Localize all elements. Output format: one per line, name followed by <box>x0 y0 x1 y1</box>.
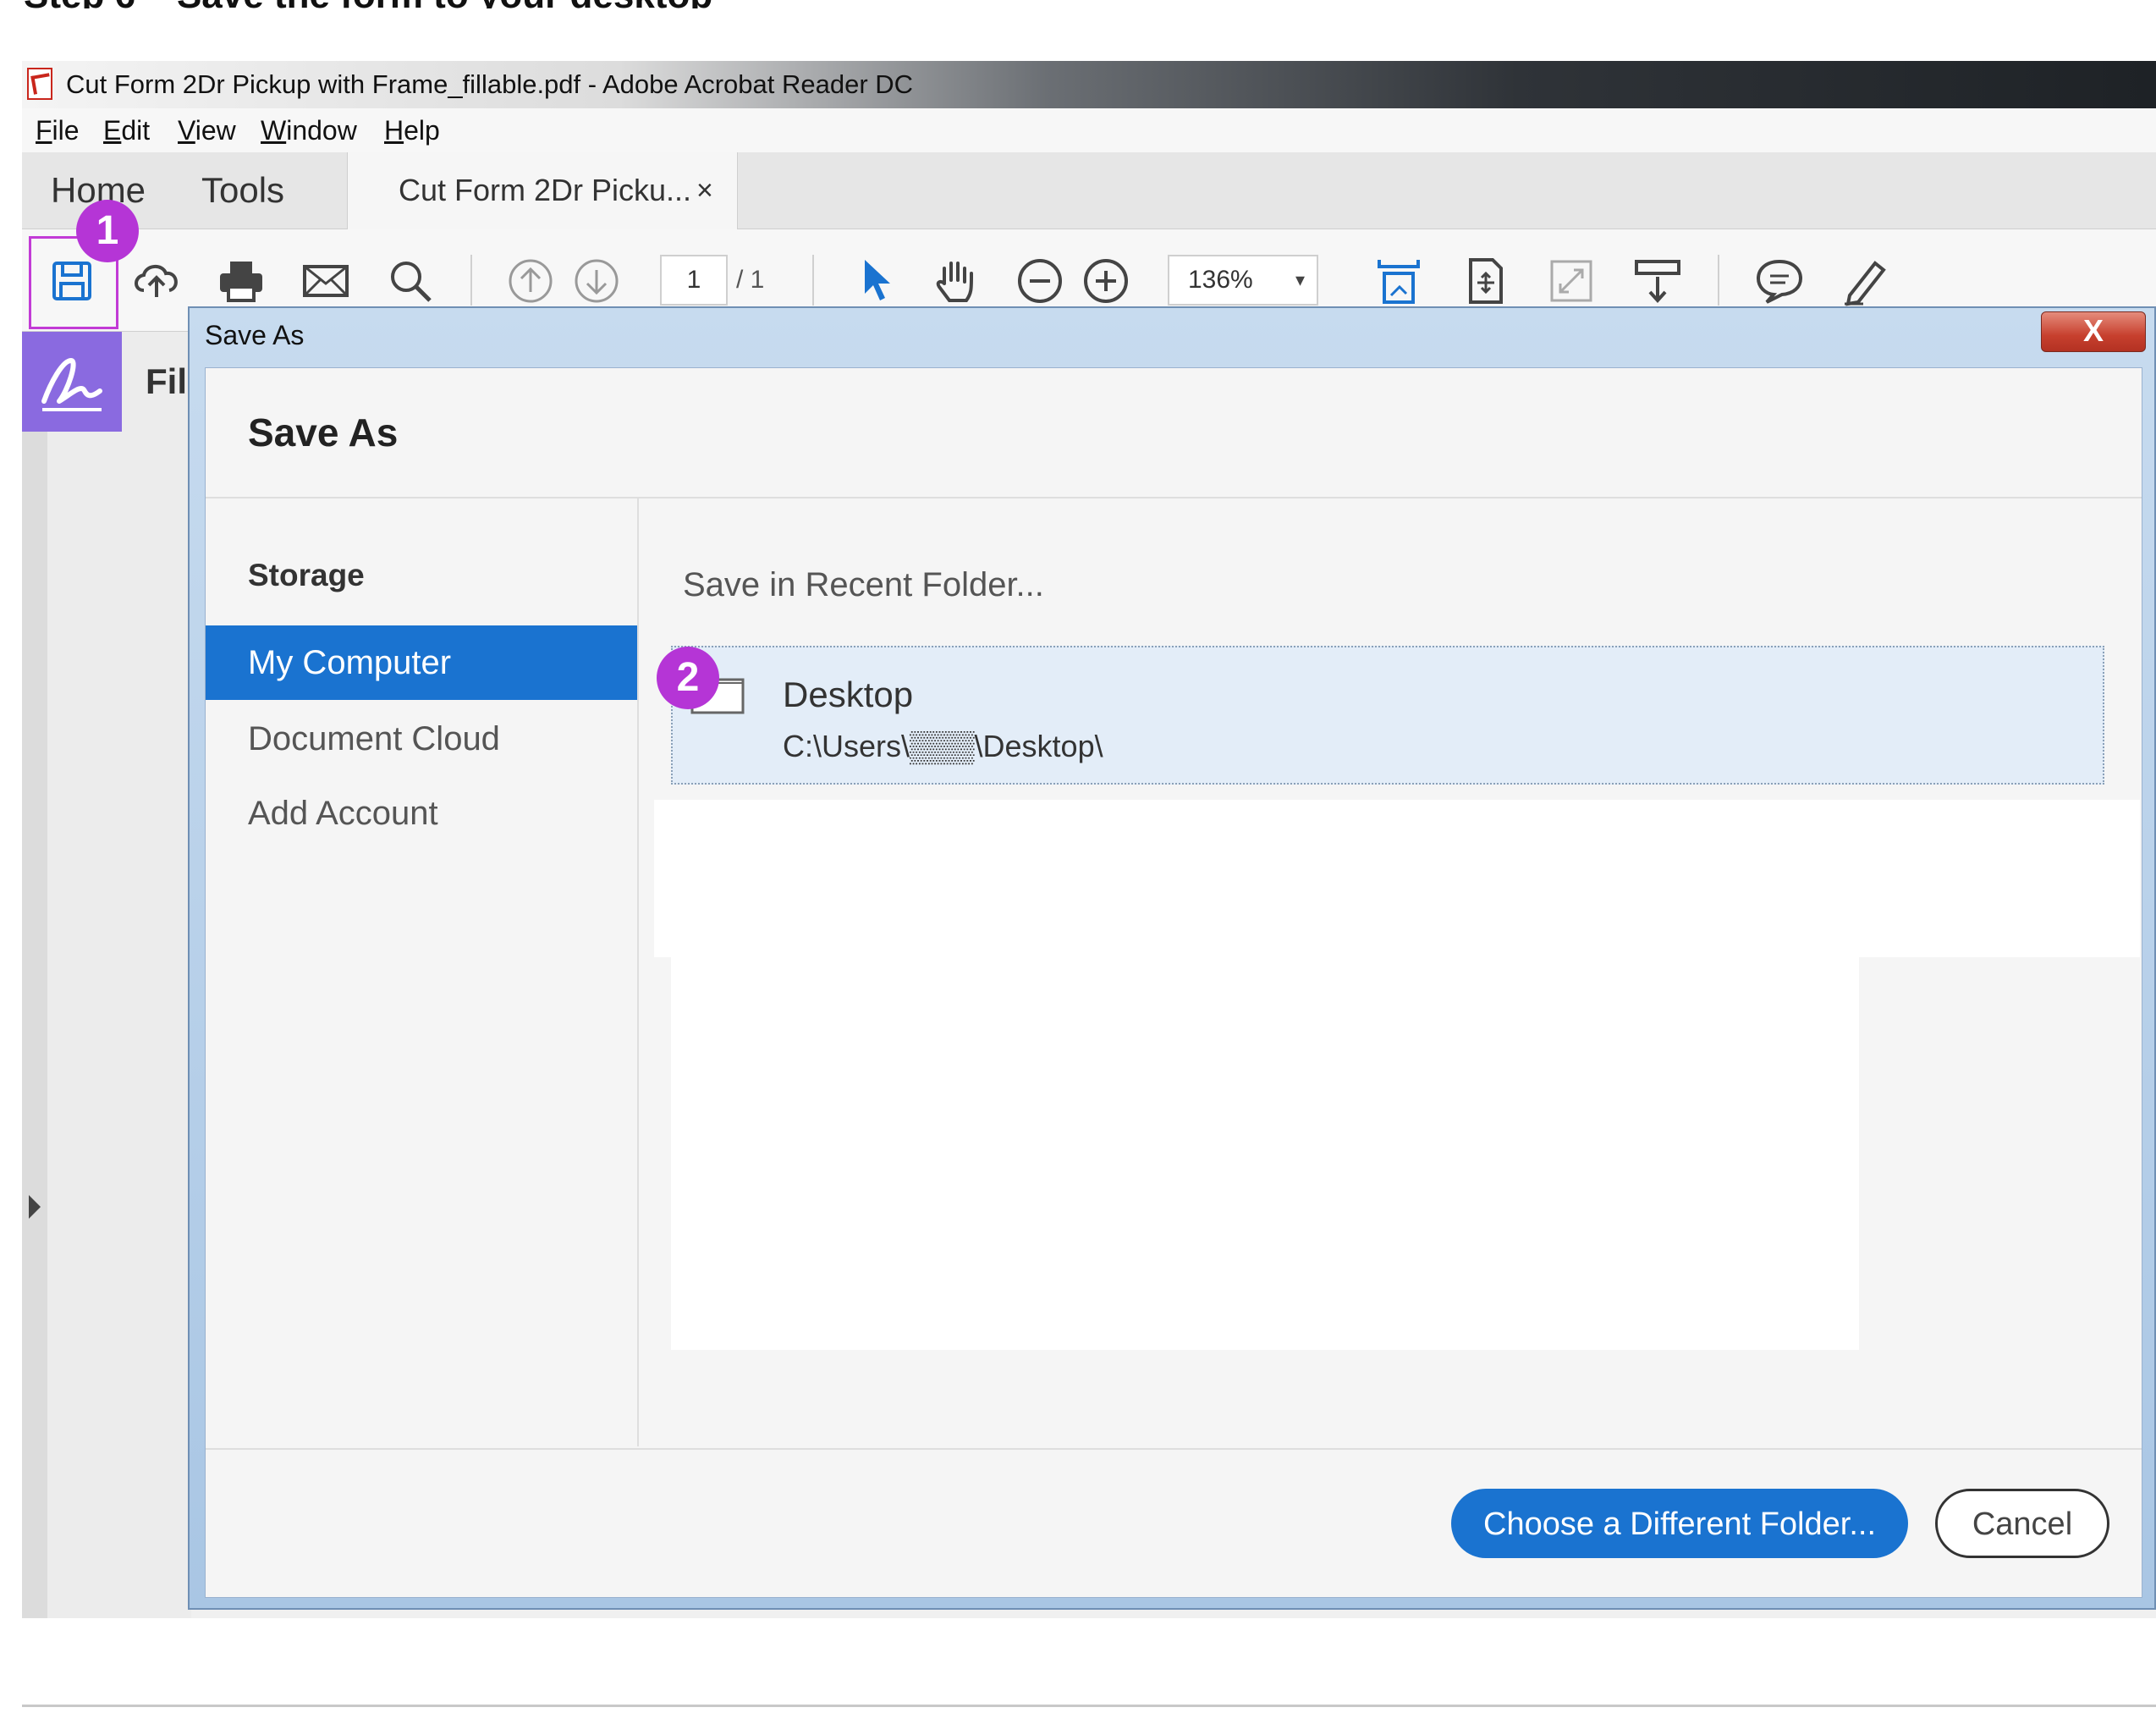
menu-view[interactable]: View <box>178 108 236 152</box>
dialog-close-button[interactable]: X <box>2041 311 2146 352</box>
page-down-icon[interactable] <box>570 255 623 307</box>
page-number-input[interactable]: 1 <box>660 255 728 306</box>
menu-edit[interactable]: Edit <box>103 108 150 152</box>
folder-content-panel: Save in Recent Folder... Desktop C:\User… <box>639 498 2142 1446</box>
zoom-value: 136% <box>1188 266 1253 294</box>
title-bar: Cut Form 2Dr Pickup with Frame_fillable.… <box>22 61 2156 108</box>
select-arrow-icon[interactable] <box>848 255 900 307</box>
folder-list-blank <box>654 800 2140 957</box>
step-badge-2: 2 <box>657 647 719 709</box>
tab-bar: Home Tools Cut Form 2Dr Picku... × <box>22 152 2156 229</box>
recent-folder-desktop[interactable]: Desktop C:\Users\▒▒▒\Desktop\ <box>671 646 2104 785</box>
step-badge-1: 1 <box>76 200 139 262</box>
full-screen-icon[interactable] <box>1545 255 1598 307</box>
dialog-heading: Save As <box>248 410 399 454</box>
left-rail-strip <box>22 332 47 1618</box>
page-divider <box>22 1705 2156 1707</box>
document-tab-label: Cut Form 2Dr Picku... <box>399 173 692 207</box>
dialog-footer: Choose a Different Folder... Cancel <box>206 1448 2142 1599</box>
page-display-icon[interactable] <box>1459 255 1511 307</box>
search-icon[interactable] <box>384 255 437 307</box>
page-total: / 1 <box>736 266 765 294</box>
page-up-icon[interactable] <box>504 255 557 307</box>
menu-bar: File Edit View Window Help <box>22 108 2156 153</box>
menu-window[interactable]: Window <box>261 108 357 152</box>
tab-tools[interactable]: Tools <box>201 152 284 229</box>
storage-item-my-computer[interactable]: My Computer <box>206 625 637 700</box>
save-icon[interactable] <box>46 255 98 307</box>
zoom-out-icon[interactable] <box>1014 255 1066 307</box>
comment-icon[interactable] <box>1753 255 1806 307</box>
close-tab-icon[interactable]: × <box>696 152 713 229</box>
menu-file[interactable]: File <box>36 108 80 152</box>
email-icon[interactable] <box>300 255 352 307</box>
zoom-dropdown[interactable]: 136% ▾ <box>1168 255 1318 306</box>
storage-item-add-account[interactable]: Add Account <box>206 776 637 851</box>
chevron-down-icon: ▾ <box>1295 269 1305 290</box>
left-panel: Fil <box>22 332 191 1618</box>
scroll-mode-icon[interactable] <box>1631 255 1684 307</box>
cancel-button[interactable]: Cancel <box>1935 1489 2109 1558</box>
storage-item-document-cloud[interactable]: Document Cloud <box>206 702 637 776</box>
folder-name: Desktop <box>783 675 914 714</box>
folder-list-blank <box>671 956 1859 1350</box>
acrobat-window: Cut Form 2Dr Pickup with Frame_fillable.… <box>22 61 2156 1618</box>
step-heading: Step 6 – Save the form to your desktop <box>24 0 712 8</box>
toolbar-divider <box>812 255 814 306</box>
fill-sign-icon[interactable] <box>22 332 122 432</box>
toolbar-divider <box>470 255 472 306</box>
fit-page-icon[interactable] <box>1372 255 1425 307</box>
dialog-body: Save As Storage My Computer Document Clo… <box>205 367 2142 1598</box>
pdf-app-icon <box>27 68 52 100</box>
dialog-header: Save As <box>206 368 2142 498</box>
dialog-title: Save As <box>205 320 305 350</box>
expand-panel-icon[interactable] <box>29 1195 41 1219</box>
toolbar-divider <box>1718 255 1719 306</box>
fill-sign-label: Fil <box>146 361 187 401</box>
zoom-in-icon[interactable] <box>1080 255 1132 307</box>
highlight-pen-icon[interactable] <box>1838 255 1890 307</box>
save-as-dialog: Save As X Save As Storage My Computer Do… <box>188 306 2156 1610</box>
menu-help[interactable]: Help <box>384 108 440 152</box>
choose-different-folder-button[interactable]: Choose a Different Folder... <box>1451 1489 1908 1558</box>
print-icon[interactable] <box>215 255 267 307</box>
tab-document[interactable]: Cut Form 2Dr Picku... × <box>347 152 738 229</box>
window-title: Cut Form 2Dr Pickup with Frame_fillable.… <box>66 69 914 99</box>
storage-panel: Storage My Computer Document Cloud Add A… <box>206 498 639 1446</box>
storage-heading: Storage <box>248 558 365 592</box>
hand-icon[interactable] <box>929 255 982 307</box>
recent-folder-label: Save in Recent Folder... <box>683 566 1044 603</box>
upload-icon[interactable] <box>130 255 183 307</box>
folder-path: C:\Users\▒▒▒\Desktop\ <box>783 729 1103 763</box>
